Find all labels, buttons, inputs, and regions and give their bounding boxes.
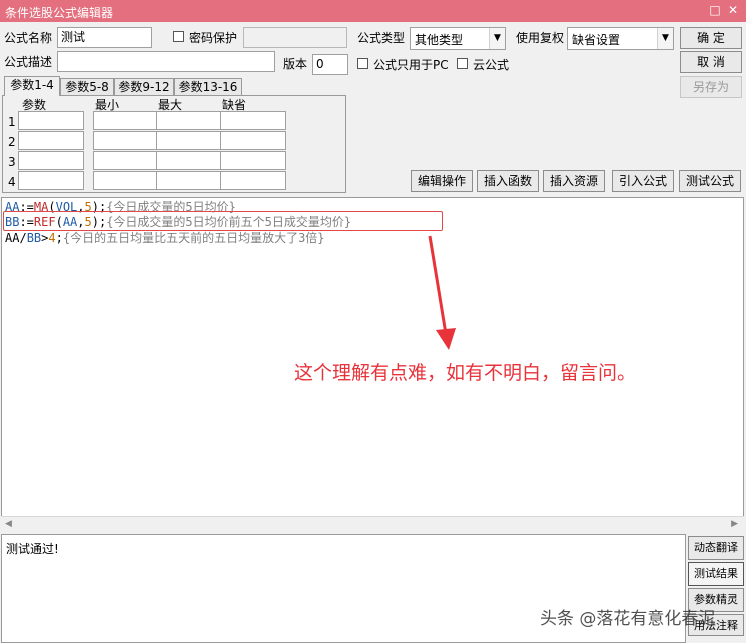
param-3-default[interactable]	[220, 151, 286, 170]
code-editor[interactable]: AA:=MA(VOL,5);{今日成交量的5日均价} BB:=REF(AA,5)…	[1, 197, 744, 532]
code-var: BB	[5, 215, 20, 229]
tab-params-5-8[interactable]: 参数5-8	[60, 78, 114, 96]
param-1-min[interactable]	[93, 111, 159, 130]
pc-only-label: 公式只用于PC	[373, 58, 449, 72]
code-line-3: AA/BB>4;{今日的五日均量比五天前的五日均量放大了3倍}	[5, 231, 325, 245]
param-row-label: 1	[8, 115, 16, 129]
param-row-label: 4	[8, 175, 16, 189]
tab-params-1-4[interactable]: 参数1-4	[4, 76, 60, 96]
scroll-right-icon[interactable]: ▶	[731, 519, 738, 529]
formula-type-select[interactable]: 其他类型 ▼	[410, 27, 506, 50]
code-comma: ,	[77, 215, 85, 229]
rights-select[interactable]: 缺省设置 ▼	[567, 27, 674, 50]
edit-operations-button[interactable]: 编辑操作	[411, 170, 473, 192]
red-arrow-icon	[428, 235, 456, 350]
output-text: 测试通过!	[6, 542, 59, 556]
close-icon[interactable]: ✕	[726, 3, 740, 17]
param-2-max[interactable]	[156, 131, 222, 150]
tab-params-9-12[interactable]: 参数9-12	[114, 78, 174, 96]
chevron-down-icon: ▼	[489, 28, 505, 49]
param-header-default: 缺省	[222, 98, 247, 112]
code-arg: AA	[62, 215, 78, 229]
code-paren: (	[55, 215, 63, 229]
test-result-button[interactable]: 测试结果	[688, 562, 744, 586]
code-num: 4	[48, 231, 56, 245]
param-1-name[interactable]	[18, 111, 84, 130]
param-1-default[interactable]	[220, 111, 286, 130]
cloud-checkbox[interactable]	[457, 58, 468, 69]
formula-name-input[interactable]: 测试	[57, 27, 152, 48]
pc-only-checkbox[interactable]	[357, 58, 368, 69]
tab-params-13-16[interactable]: 参数13-16	[174, 78, 242, 96]
param-2-default[interactable]	[220, 131, 286, 150]
cloud-label: 云公式	[473, 58, 510, 72]
code-fn: REF	[33, 215, 56, 229]
param-header-min: 最小	[95, 98, 120, 112]
code-semi: ;	[55, 231, 63, 245]
formula-type-label: 公式类型	[357, 31, 406, 45]
formula-type-value: 其他类型	[415, 33, 464, 47]
dynamic-translate-button[interactable]: 动态翻译	[688, 536, 744, 560]
param-4-max[interactable]	[156, 171, 222, 190]
code-op: /	[19, 231, 27, 245]
param-3-min[interactable]	[93, 151, 159, 170]
version-input[interactable]: 0	[312, 54, 348, 75]
param-header-max: 最大	[158, 98, 183, 112]
code-num: 5	[84, 215, 92, 229]
code-var: BB	[26, 231, 42, 245]
code-paren: );	[91, 215, 107, 229]
rights-value: 缺省设置	[572, 33, 621, 47]
param-2-min[interactable]	[93, 131, 159, 150]
formula-desc-input[interactable]	[57, 51, 275, 72]
code-comment: {今日的五日均量比五天前的五日均量放大了3倍}	[62, 231, 325, 245]
maximize-icon[interactable]: □	[708, 3, 722, 17]
param-4-name[interactable]	[18, 171, 84, 190]
password-input[interactable]	[243, 27, 347, 48]
horizontal-scrollbar[interactable]: ◀ ▶	[1, 516, 744, 532]
password-checkbox[interactable]	[173, 31, 184, 42]
code-var: AA	[5, 231, 20, 245]
rights-label: 使用复权	[516, 31, 565, 45]
formula-desc-label: 公式描述	[4, 55, 53, 69]
chevron-down-icon: ▼	[657, 28, 673, 49]
version-label: 版本	[283, 57, 308, 71]
insert-resource-button[interactable]: 插入资源	[543, 170, 605, 192]
param-row-label: 2	[8, 135, 16, 149]
ok-button[interactable]: 确 定	[680, 27, 742, 49]
window-title: 条件选股公式编辑器	[5, 6, 114, 20]
scroll-left-icon[interactable]: ◀	[5, 519, 12, 529]
cancel-button[interactable]: 取 消	[680, 51, 742, 73]
watermark: 头条 @落花有意化春泥	[540, 609, 716, 629]
code-line-2: BB:=REF(AA,5);{今日成交量的5日均价前五个5日成交量均价}	[5, 215, 351, 229]
param-header-name: 参数	[22, 98, 47, 112]
import-formula-button[interactable]: 引入公式	[612, 170, 674, 192]
insert-function-button[interactable]: 插入函数	[477, 170, 539, 192]
param-1-max[interactable]	[156, 111, 222, 130]
param-4-min[interactable]	[93, 171, 159, 190]
param-4-default[interactable]	[220, 171, 286, 190]
formula-name-label: 公式名称	[4, 31, 53, 45]
password-label: 密码保护	[189, 31, 238, 45]
param-3-max[interactable]	[156, 151, 222, 170]
param-3-name[interactable]	[18, 151, 84, 170]
code-op: :=	[19, 215, 34, 229]
test-formula-button[interactable]: 测试公式	[679, 170, 741, 192]
param-row-label: 3	[8, 155, 16, 169]
code-comment: {今日成交量的5日均价前五个5日成交量均价}	[106, 215, 352, 229]
param-2-name[interactable]	[18, 131, 84, 150]
annotation-text: 这个理解有点难，如有不明白，留言问。	[294, 362, 637, 384]
title-bar: 条件选股公式编辑器 □ ✕	[0, 0, 746, 22]
save-as-button[interactable]: 另存为	[680, 76, 742, 98]
